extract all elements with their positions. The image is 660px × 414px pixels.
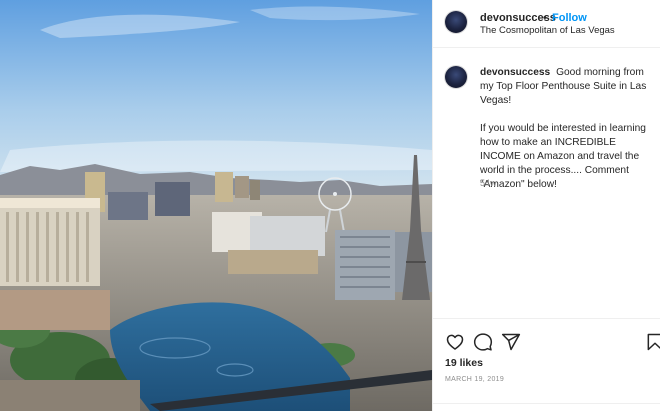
post-photo[interactable] <box>0 0 432 411</box>
share-icon[interactable] <box>501 332 521 352</box>
post-date: MARCH 19, 2019 <box>445 376 505 383</box>
comment-icon[interactable] <box>473 332 493 352</box>
time-ago[interactable]: 54w <box>480 178 497 188</box>
heart-icon[interactable] <box>445 332 465 352</box>
las-vegas-skyline-image <box>0 0 432 411</box>
location-link[interactable]: The Cosmopolitan of Las Vegas <box>480 25 615 36</box>
bookmark-icon[interactable] <box>645 332 660 352</box>
post-details-panel: devonsuccess • Follow The Cosmopolitan o… <box>432 0 660 411</box>
separator-dot: • <box>543 12 547 24</box>
add-comment-bar[interactable] <box>433 403 660 414</box>
follow-button[interactable]: Follow <box>552 12 587 24</box>
post-header: devonsuccess • Follow The Cosmopolitan o… <box>433 0 660 48</box>
actions-bar: 19 likes MARCH 19, 2019 <box>433 318 660 411</box>
likes-count[interactable]: 19 likes <box>445 357 483 369</box>
caption-avatar[interactable] <box>445 66 467 88</box>
caption-text: devonsuccess Good morning from my Top Fl… <box>480 66 658 192</box>
avatar[interactable] <box>445 11 467 33</box>
caption-paragraph-2: If you would be interested in learning h… <box>480 123 646 190</box>
caption-username-link[interactable]: devonsuccess <box>480 67 550 78</box>
